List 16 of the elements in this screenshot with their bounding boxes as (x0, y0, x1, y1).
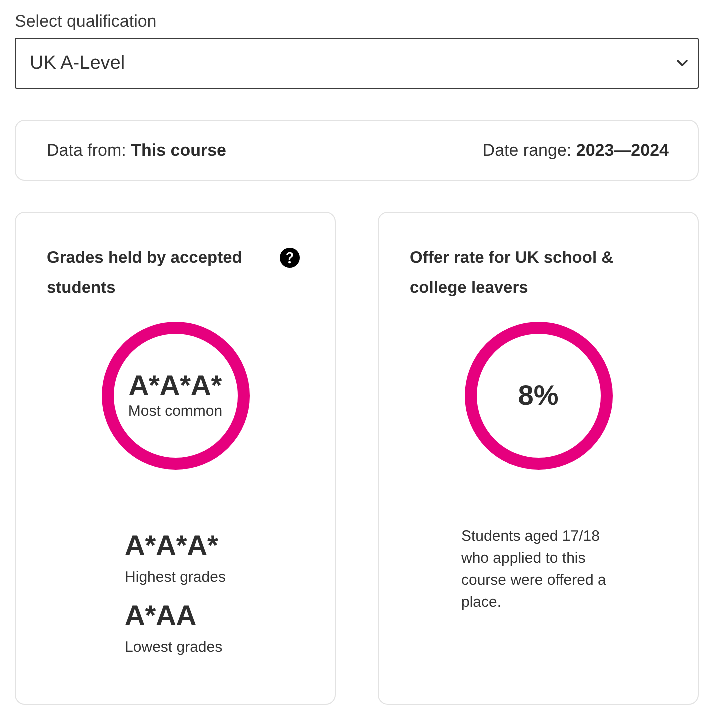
field-label: Select qualification (15, 11, 157, 33)
grade-value: A*A*A* (125, 529, 218, 563)
qualification-select[interactable]: UK A-Level (15, 38, 699, 89)
date-range-text: Date range: 2023—2024 (482, 140, 669, 160)
grade-value: A*AA (125, 599, 197, 633)
ring-value: A*A*A* (128, 370, 222, 402)
ring-caption: Most common (128, 402, 223, 422)
help-icon[interactable] (280, 248, 300, 268)
card-title: Offer rate for UK school & college leavers (410, 248, 615, 299)
data-source-text: Data from: This course (47, 140, 227, 160)
grade-label: Highest grades (125, 568, 226, 588)
grade-label: Lowest grades (125, 638, 223, 658)
ring-value: 8% (518, 380, 559, 412)
card-note: Students aged 17/18 who applied to this course were offered a place. (462, 527, 608, 613)
card-title: Grades held by accepted students (47, 248, 244, 299)
chevron-down-icon (677, 60, 688, 67)
